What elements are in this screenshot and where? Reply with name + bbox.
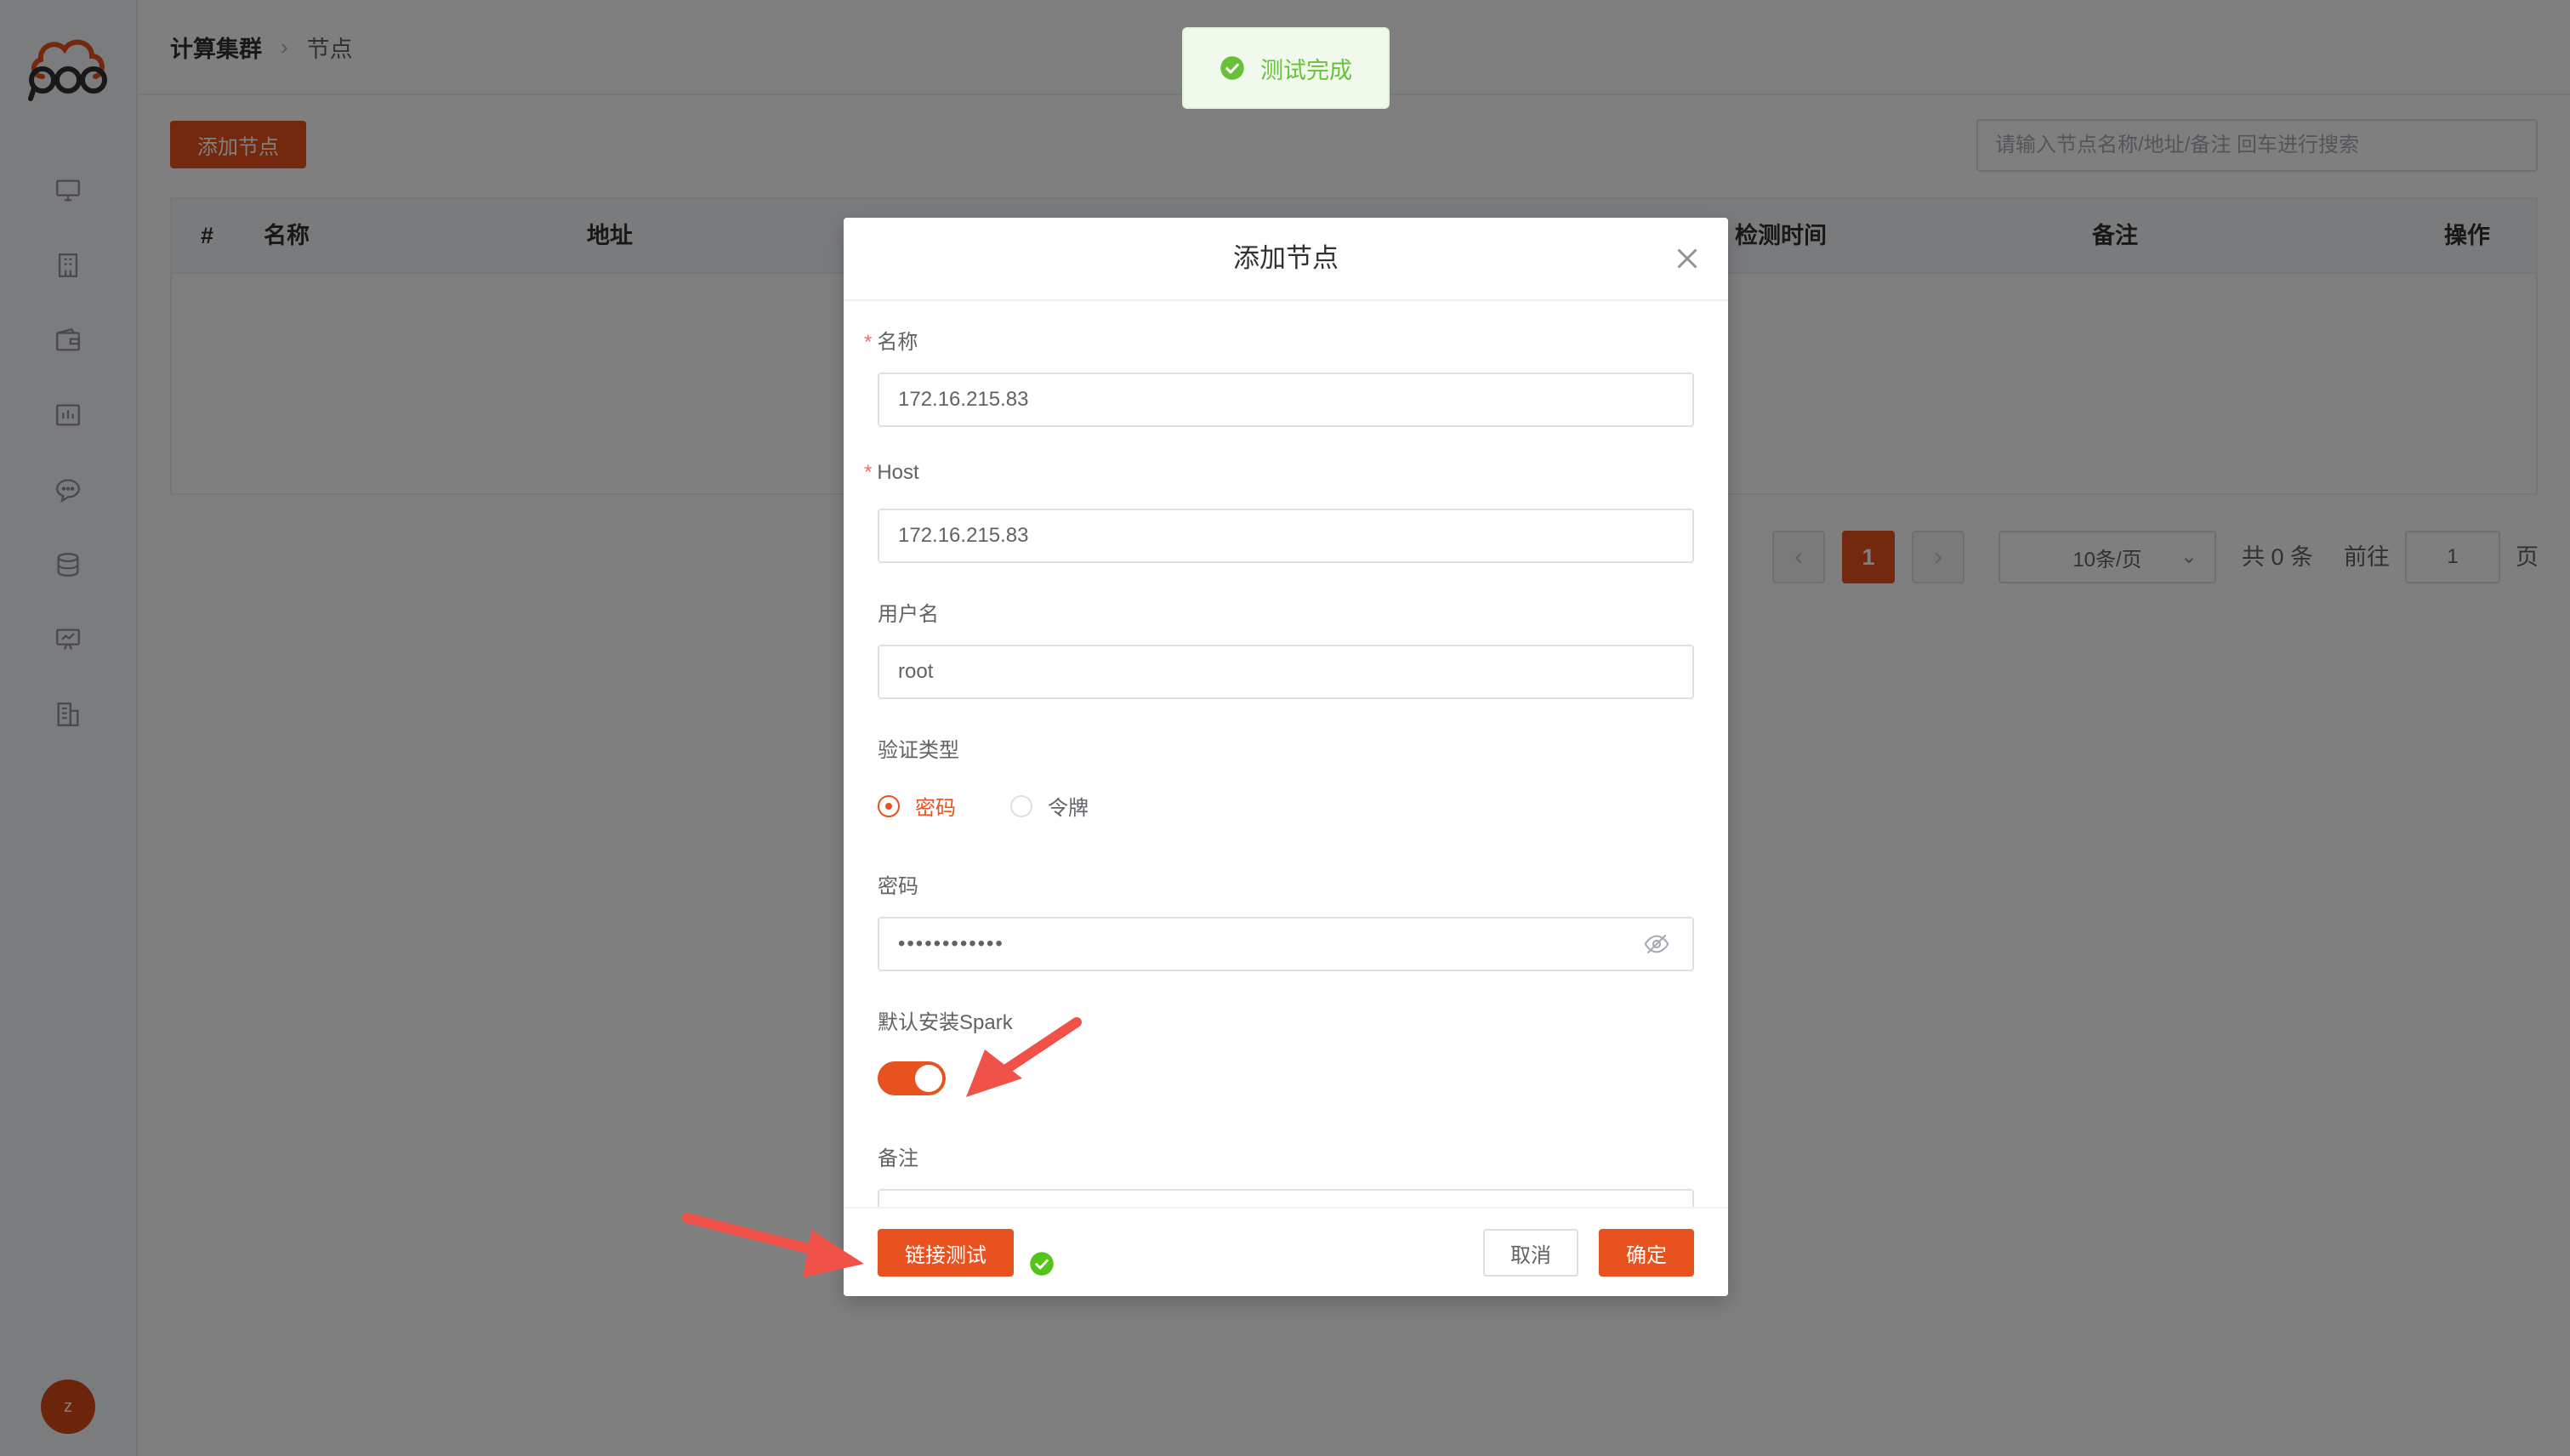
username-label: 用户名 [878, 603, 939, 626]
password-field[interactable] [878, 917, 1694, 971]
password-label: 密码 [878, 875, 918, 898]
eye-off-icon[interactable] [1643, 930, 1670, 958]
radio-unchecked-icon [1010, 794, 1032, 817]
confirm-button[interactable]: 确定 [1599, 1229, 1694, 1277]
required-mark: * [864, 331, 873, 354]
check-circle-icon [1030, 1252, 1054, 1276]
toast-message: 测试完成 [1260, 57, 1352, 83]
host-label-text: Host [877, 461, 919, 484]
auth-password-radio[interactable]: 密码 [878, 791, 956, 821]
required-mark: * [864, 461, 873, 484]
dialog-title: 添加节点 [1233, 243, 1339, 273]
name-field[interactable] [878, 373, 1694, 427]
username-field[interactable] [878, 645, 1694, 699]
remark-label: 备注 [878, 1147, 918, 1170]
success-toast: 测试完成 [1182, 27, 1390, 109]
cancel-button[interactable]: 取消 [1483, 1229, 1578, 1277]
connection-test-button[interactable]: 链接测试 [878, 1229, 1014, 1277]
host-label: * Host [864, 461, 919, 485]
dialog-footer: 链接测试 取消 确定 [844, 1207, 1728, 1296]
spark-label: 默认安装Spark [878, 1011, 1013, 1034]
name-label-text: 名称 [877, 331, 918, 354]
close-icon[interactable] [1672, 243, 1703, 274]
toggle-knob [915, 1065, 942, 1092]
auth-token-label: 令牌 [1048, 797, 1089, 820]
add-node-dialog: 添加节点 *名称 *Host 用户名 验证类型 密码 令牌 密码 默认安装Spa… [844, 218, 1728, 1296]
name-label: * 名称 [864, 325, 918, 355]
dialog-header: 添加节点 [844, 218, 1728, 301]
auth-token-radio[interactable]: 令牌 [1010, 791, 1089, 821]
check-circle-icon [1220, 56, 1244, 80]
spark-toggle[interactable] [878, 1061, 946, 1095]
auth-type-label: 验证类型 [878, 739, 959, 762]
auth-password-label: 密码 [915, 797, 956, 820]
host-field[interactable] [878, 509, 1694, 563]
radio-checked-icon [878, 794, 900, 817]
